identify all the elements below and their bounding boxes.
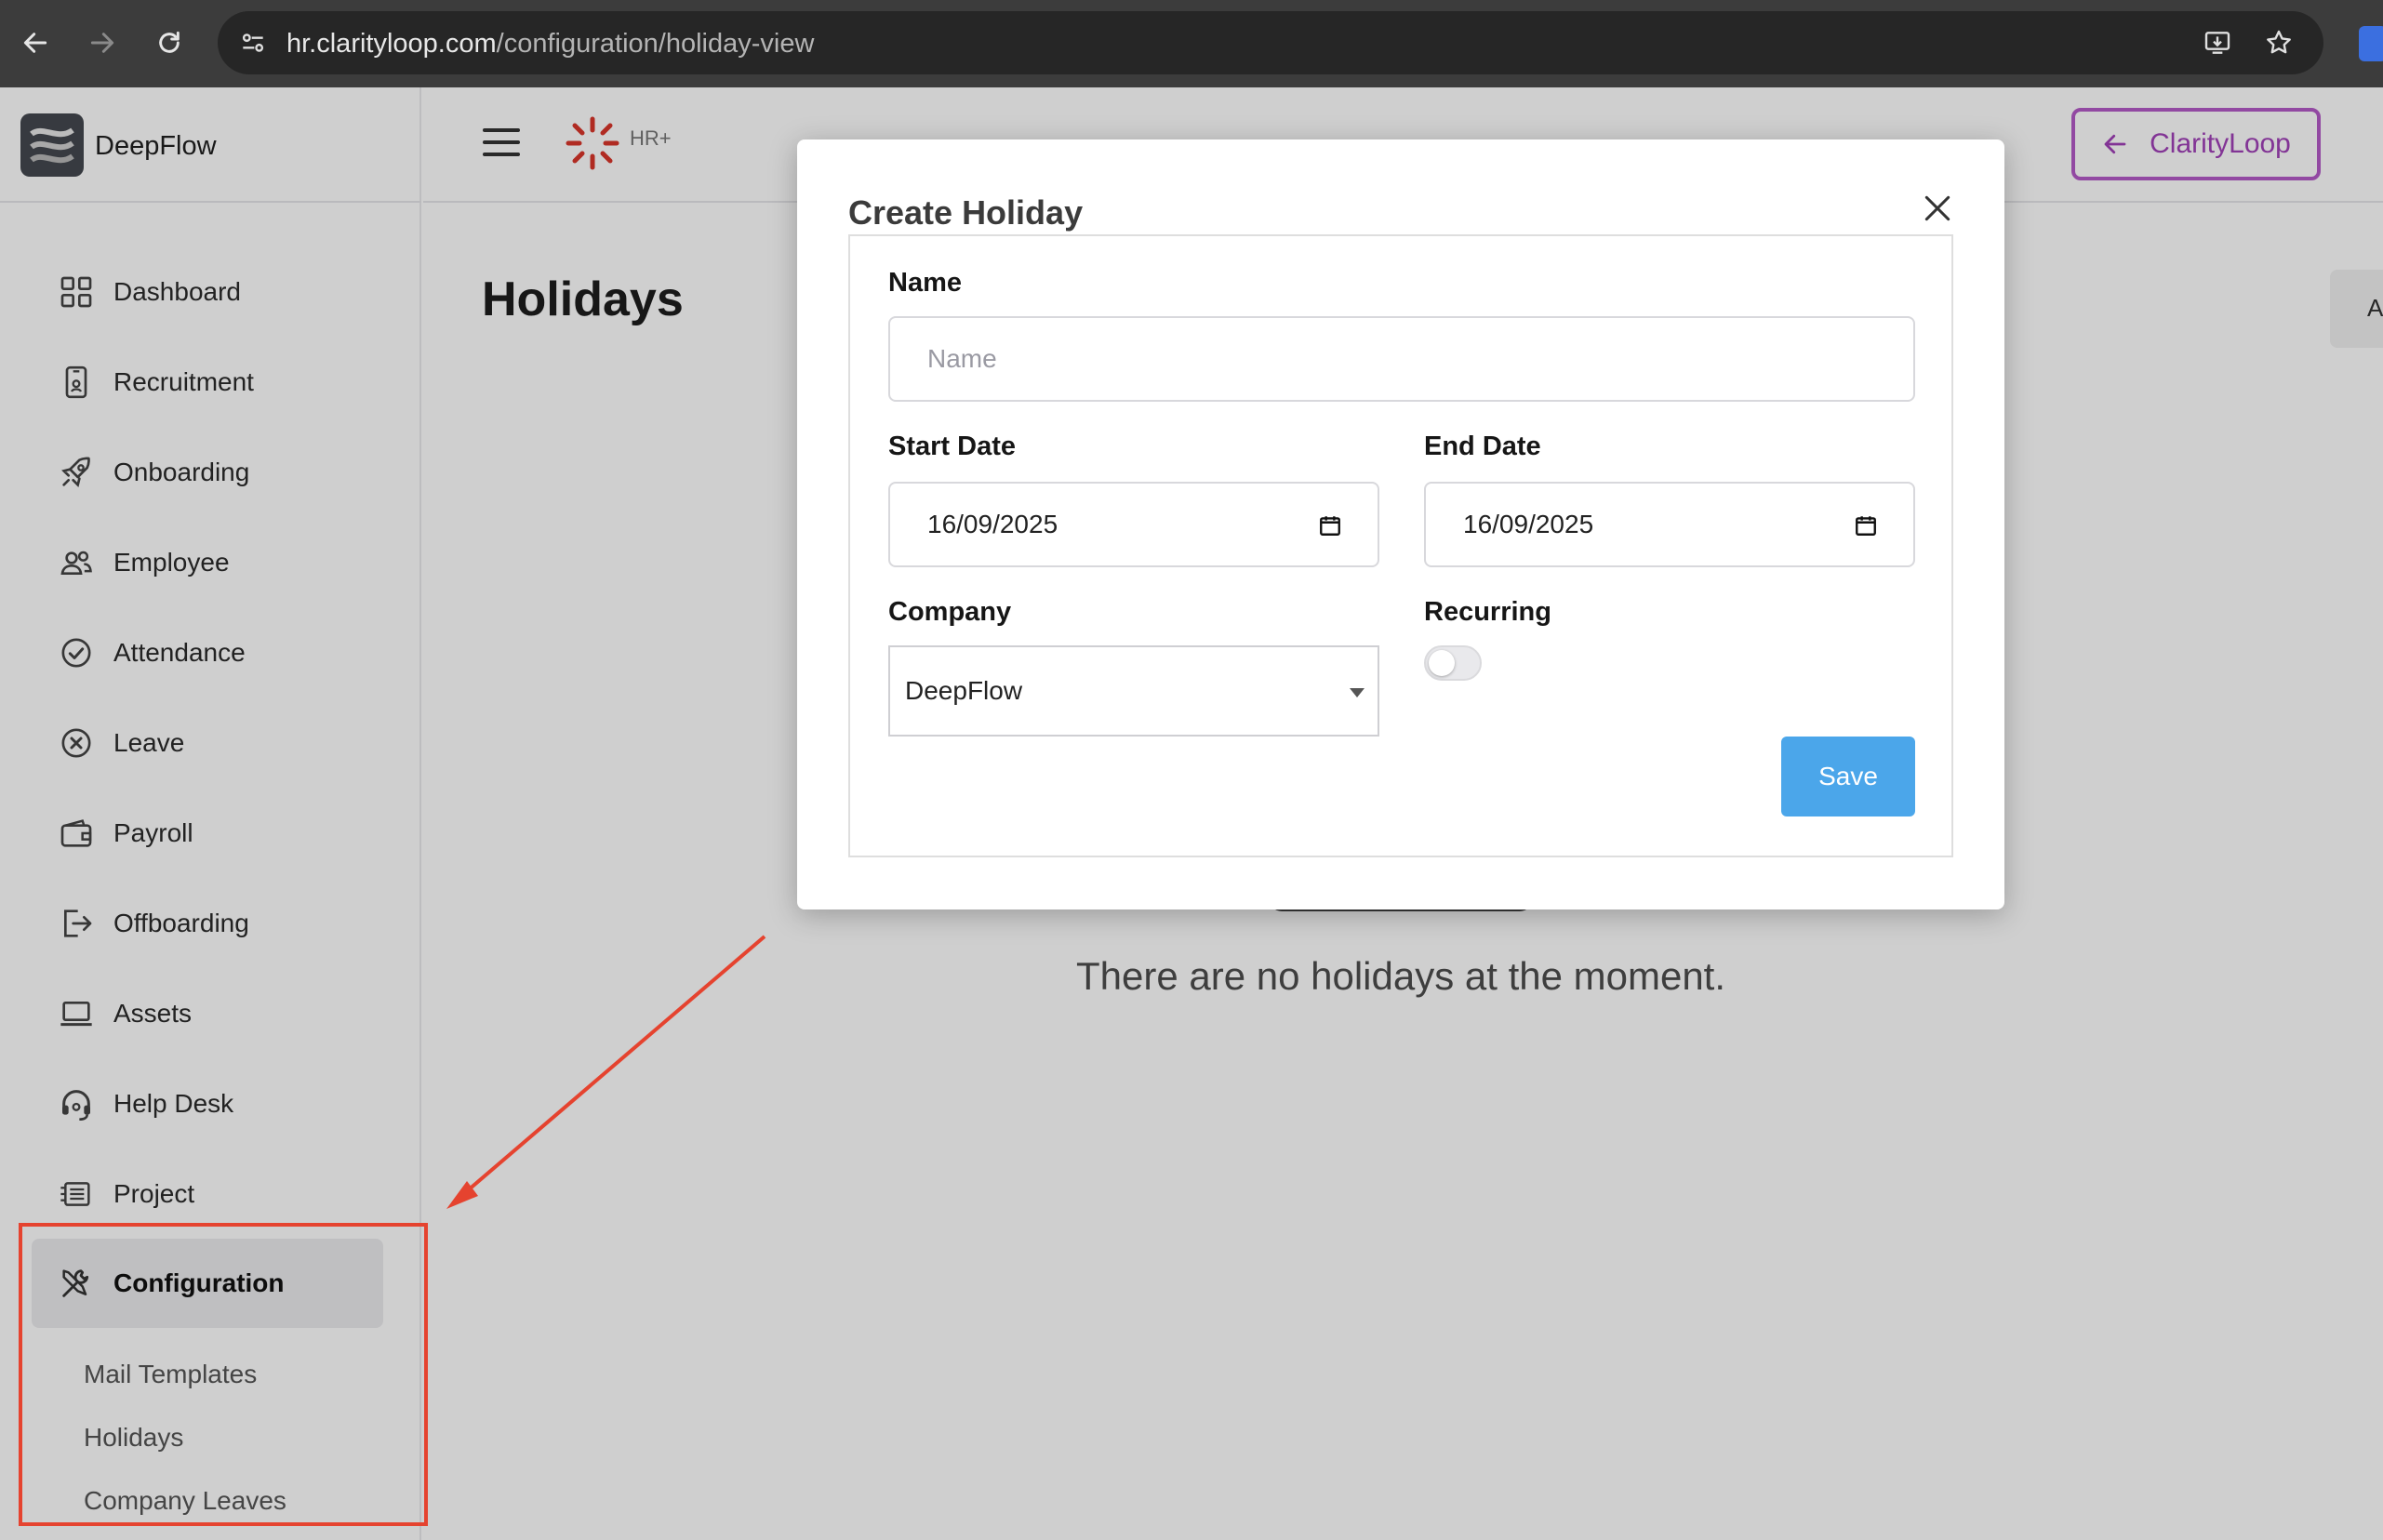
address-bar[interactable]: hr.clarityloop.com/configuration/holiday…	[218, 11, 2323, 74]
browser-toolbar: hr.clarityloop.com/configuration/holiday…	[0, 0, 2383, 87]
start-date-input[interactable]: 16/09/2025	[888, 482, 1379, 567]
close-button[interactable]	[1919, 190, 1956, 227]
url-host: hr.clarityloop.com	[286, 29, 497, 59]
name-input[interactable]: Name	[888, 316, 1915, 402]
holiday-form: Name Name Start Date 16/09/2025 End Date…	[848, 234, 1953, 857]
create-holiday-modal: Create Holiday Name Name Start Date 16/0…	[797, 139, 2004, 909]
site-settings-icon[interactable]	[238, 28, 268, 58]
annotation-highlight-box	[19, 1223, 428, 1526]
reload-button[interactable]	[147, 20, 192, 65]
forward-button[interactable]	[80, 20, 125, 65]
company-selected-value: DeepFlow	[905, 676, 1023, 705]
close-icon	[1924, 195, 1950, 221]
end-date-label: End Date	[1424, 431, 1541, 461]
arrow-left-icon	[23, 33, 47, 53]
save-button[interactable]: Save	[1781, 737, 1915, 816]
chevron-down-icon	[1350, 688, 1365, 697]
arrow-right-icon	[90, 33, 114, 53]
back-button[interactable]	[13, 20, 58, 65]
extension-icon[interactable]	[2359, 26, 2383, 61]
end-date-input[interactable]: 16/09/2025	[1424, 482, 1915, 567]
reload-icon	[159, 31, 180, 53]
name-label: Name	[888, 268, 962, 298]
url-text[interactable]: hr.clarityloop.com/configuration/holiday…	[286, 29, 814, 60]
calendar-icon[interactable]	[1318, 513, 1342, 538]
company-label: Company	[888, 597, 1012, 627]
calendar-icon[interactable]	[1854, 513, 1878, 538]
recurring-label: Recurring	[1424, 597, 1551, 627]
company-select[interactable]: DeepFlow	[888, 645, 1379, 737]
start-date-label: Start Date	[888, 431, 1016, 461]
install-app-icon[interactable]	[2203, 28, 2232, 58]
bookmark-star-icon[interactable]	[2264, 28, 2294, 58]
modal-title: Create Holiday	[848, 193, 1084, 232]
recurring-toggle[interactable]	[1424, 645, 1482, 681]
end-date-value: 16/09/2025	[1463, 510, 1594, 538]
url-path: /configuration/holiday-view	[496, 29, 815, 59]
start-date-value: 16/09/2025	[927, 510, 1058, 538]
toggle-knob	[1429, 650, 1455, 676]
